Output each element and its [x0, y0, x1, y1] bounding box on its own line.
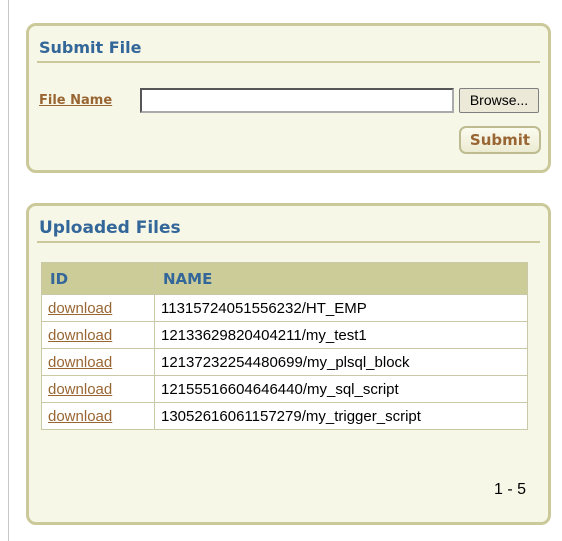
name-cell: 11315724051556232/HT_EMP [154, 294, 528, 322]
id-cell: download [41, 375, 155, 403]
id-cell: download [41, 402, 155, 430]
id-cell: download [41, 321, 155, 349]
download-link[interactable]: download [48, 327, 112, 344]
download-link[interactable]: download [48, 300, 112, 317]
table-row: download 12137232254480699/my_plsql_bloc… [41, 348, 528, 376]
column-header-id: ID [41, 262, 155, 295]
table-header-row: ID NAME [41, 262, 528, 295]
uploaded-files-title-rule [37, 241, 540, 243]
download-link[interactable]: download [48, 354, 112, 371]
submit-file-title-rule [37, 61, 540, 63]
table-row: download 12133629820404211/my_test1 [41, 321, 528, 349]
id-cell: download [41, 294, 155, 322]
pagination-range: 1 - 5 [493, 481, 526, 498]
uploaded-files-region: Uploaded Files ID NAME download 11315724… [26, 203, 551, 525]
name-cell: 12137232254480699/my_plsql_block [154, 348, 528, 376]
browse-button[interactable]: Browse... [459, 88, 539, 113]
submit-file-title: Submit File [39, 38, 142, 57]
download-link[interactable]: download [48, 408, 112, 425]
uploaded-files-title: Uploaded Files [39, 218, 181, 238]
file-name-label[interactable]: File Name [39, 93, 112, 108]
table-row: download 11315724051556232/HT_EMP [41, 294, 528, 322]
table-row: download 12155516604646440/my_sql_script [41, 375, 528, 403]
column-header-name: NAME [154, 262, 528, 295]
uploaded-files-table: ID NAME download 11315724051556232/HT_EM… [41, 262, 528, 430]
file-name-input[interactable] [140, 88, 454, 113]
submit-button[interactable]: Submit [459, 126, 541, 154]
name-cell: 13052616061157279/my_trigger_script [154, 402, 528, 430]
name-cell: 12155516604646440/my_sql_script [154, 375, 528, 403]
name-cell: 12133629820404211/my_test1 [154, 321, 528, 349]
page-left-border [8, 0, 9, 541]
submit-file-region: Submit File File Name Browse... Submit [26, 23, 551, 173]
table-row: download 13052616061157279/my_trigger_sc… [41, 402, 528, 430]
download-link[interactable]: download [48, 381, 112, 398]
id-cell: download [41, 348, 155, 376]
